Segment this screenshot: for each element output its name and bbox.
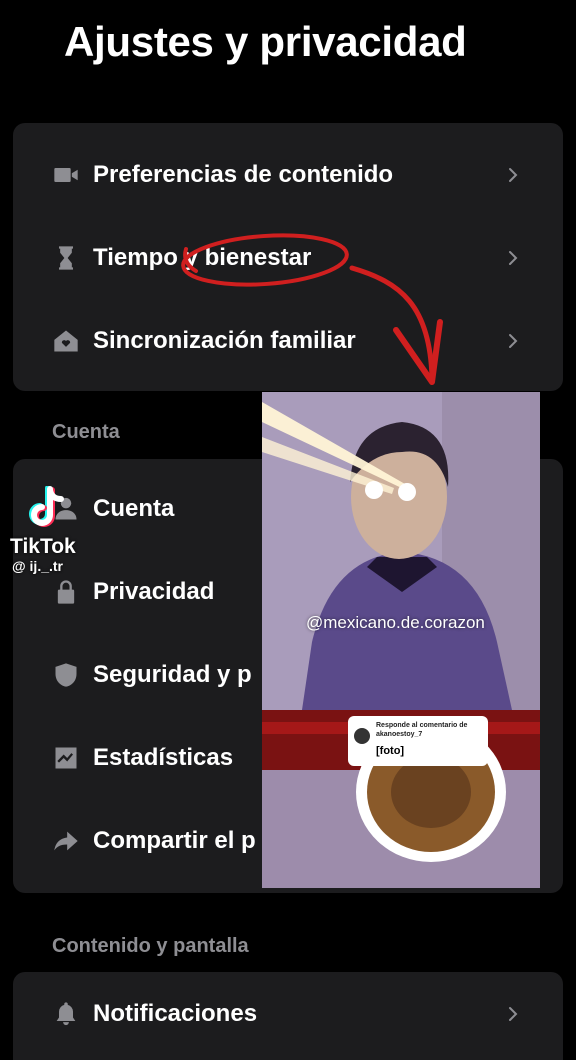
video-frame-image xyxy=(262,392,540,888)
settings-item-label: Cuenta xyxy=(93,495,175,522)
video-overlay: @mexicano.de.corazon Responde al comenta… xyxy=(262,392,540,888)
chevron-right-icon xyxy=(509,251,518,265)
chart-icon xyxy=(51,743,81,773)
settings-item-time-wellbeing[interactable]: Tiempo y bienestar xyxy=(13,228,563,288)
settings-group-content-display: Notificaciones xyxy=(13,972,563,1060)
settings-item-label: Privacidad xyxy=(93,578,215,605)
settings-item-label: Seguridad y p xyxy=(93,661,252,688)
section-title-account: Cuenta xyxy=(52,421,120,443)
chevron-right-icon xyxy=(509,1007,518,1021)
hourglass-icon xyxy=(51,243,81,273)
tiktok-username: @ ij._.tr xyxy=(12,558,63,574)
tiktok-logo-icon xyxy=(29,486,64,527)
comment-header: Responde al comentario de akanoestoy_7 xyxy=(376,722,468,738)
share-icon xyxy=(51,826,81,856)
settings-item-label: Estadísticas xyxy=(93,744,234,771)
settings-item-label: Preferencias de contenido xyxy=(93,161,394,188)
settings-item-label: Compartir el p xyxy=(93,827,256,854)
section-title-content: Contenido y pantalla xyxy=(52,935,249,957)
settings-group-content: Preferencias de contenido Tiempo y biene… xyxy=(13,123,563,391)
settings-item-label: Tiempo y bienestar xyxy=(93,244,312,271)
lock-icon xyxy=(51,577,81,607)
bell-icon xyxy=(51,999,81,1029)
chevron-right-icon xyxy=(509,168,518,182)
settings-item-content-preferences[interactable]: Preferencias de contenido xyxy=(13,145,563,205)
page-title: Ajustes y privacidad xyxy=(64,18,467,65)
shield-icon xyxy=(51,660,81,690)
settings-item-notifications[interactable]: Notificaciones xyxy=(13,984,563,1044)
video-camera-icon xyxy=(51,160,81,190)
reply-comment-sticker: Responde al comentario de akanoestoy_7 [… xyxy=(348,716,488,766)
tiktok-watermark: TikTok @ ij._.tr xyxy=(8,486,88,576)
video-handle: @mexicano.de.corazon xyxy=(306,613,485,632)
home-heart-icon xyxy=(51,326,81,356)
settings-item-label: Notificaciones xyxy=(93,1000,258,1027)
chevron-right-icon xyxy=(509,334,518,348)
avatar xyxy=(354,728,370,744)
settings-item-family-pairing[interactable]: Sincronización familiar xyxy=(13,311,563,371)
tiktok-brand: TikTok xyxy=(10,535,76,558)
settings-item-label: Sincronización familiar xyxy=(93,327,356,354)
comment-text: [foto] xyxy=(376,745,405,757)
